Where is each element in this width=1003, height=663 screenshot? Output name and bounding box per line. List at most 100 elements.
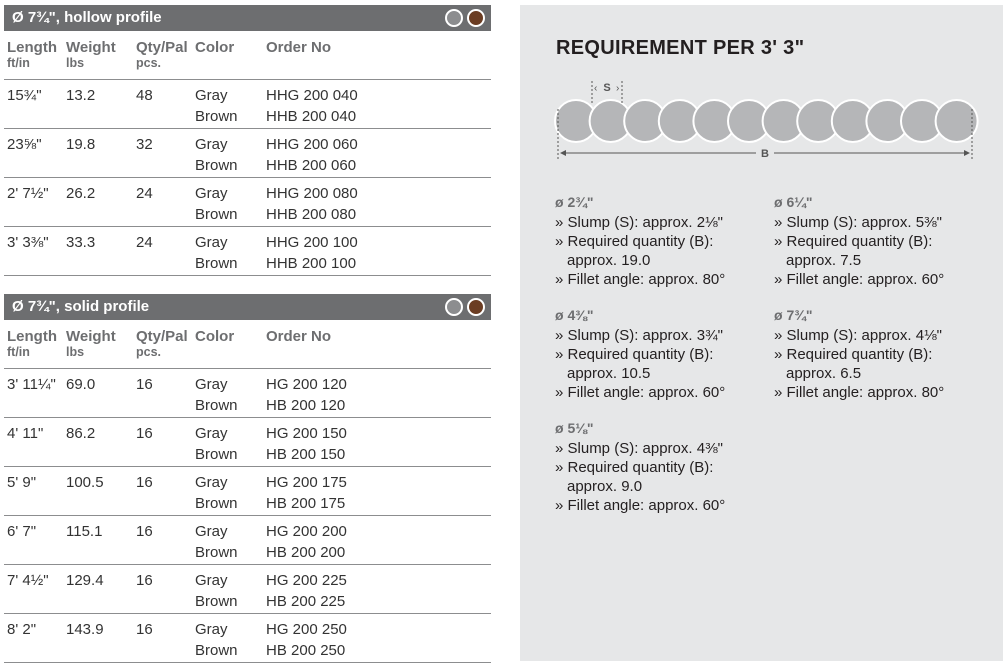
spec-slump: » Slump (S): approx. 4⅛"	[774, 327, 942, 344]
cell-order-no: HB 200 120	[266, 397, 346, 414]
b-left-arrow-icon	[560, 150, 566, 156]
cell-order-no: HG 200 120	[266, 376, 347, 393]
cell-qty: 16	[136, 376, 153, 393]
cell-color: Gray	[195, 87, 228, 104]
cell-order-no: HHG 200 100	[266, 234, 358, 251]
spec-qty-label: » Required quantity (B):	[774, 233, 933, 250]
spec-item: ø 6¼" » Slump (S): approx. 5⅜" » Require…	[774, 193, 989, 289]
col-qty-unit: pcs.	[136, 56, 162, 70]
cell-color: Brown	[195, 593, 238, 610]
column-headers: Length ft/in Weight lbs Qty/Pal pcs. Col…	[4, 31, 491, 79]
col-length: Length	[7, 39, 57, 56]
col-order: Order No	[266, 39, 332, 56]
hollow-rows: 15¾" 13.2 48 Gray Brown HHG 200 040 HHB 200 04…	[4, 80, 491, 276]
cell-order-no: HG 200 175	[266, 474, 347, 491]
cell-order-no: HB 200 250	[266, 642, 346, 659]
cell-order-no: HG 200 150	[266, 425, 347, 442]
hollow-table-header: Ø 7¾", hollow profile	[4, 5, 491, 31]
col-length: Length	[7, 328, 57, 345]
col-qty: Qty/Pal	[136, 328, 188, 345]
spec-qty-value: approx. 6.5	[786, 365, 862, 382]
cell-color: Gray	[195, 621, 228, 638]
cell-length: 23⅝"	[7, 136, 42, 153]
col-length-unit: ft/in	[7, 56, 30, 70]
cell-order-no: HHB 200 100	[266, 255, 357, 272]
cell-qty: 24	[136, 185, 153, 202]
spec-qty-value: approx. 7.5	[786, 252, 862, 269]
cell-color: Brown	[195, 495, 238, 512]
b-right-arrow-icon	[964, 150, 970, 156]
cell-length: 5' 9"	[7, 474, 37, 491]
s-left-arrow-icon: ‹	[594, 83, 597, 94]
cell-color: Gray	[195, 185, 228, 202]
cell-qty: 16	[136, 572, 153, 589]
cell-qty: 24	[136, 234, 153, 251]
col-weight: Weight	[66, 39, 116, 56]
gray-swatch-icon	[445, 9, 463, 27]
spec-fillet: » Fillet angle: approx. 80°	[555, 271, 726, 288]
col-color: Color	[195, 328, 235, 345]
table-row: 3' 11¼" 69.0 16 Gray Brown HG 200 120 HB 200 1…	[4, 369, 491, 418]
cell-color: Gray	[195, 376, 228, 393]
col-weight-unit: lbs	[66, 345, 85, 359]
cell-weight: 26.2	[66, 185, 96, 202]
cell-order-no: HHG 200 080	[266, 185, 358, 202]
hollow-profile-table: Ø 7¾", hollow profile Length ft/in Weigh…	[4, 5, 491, 276]
spec-diameter: ø 2¾"	[555, 194, 594, 210]
s-label: S	[603, 82, 610, 94]
col-order: Order No	[266, 328, 332, 345]
cell-color: Gray	[195, 474, 228, 491]
table-row: 6' 7" 115.1 16 Gray Brown HG 200 200 HB 200 20…	[4, 516, 491, 565]
cell-length: 3' 3⅜"	[7, 234, 49, 251]
cell-qty: 16	[136, 621, 153, 638]
table-row: 7' 4½" 129.4 16 Gray Brown HG 200 225 HB 200 2…	[4, 565, 491, 614]
spec-diameter: ø 4⅜"	[555, 307, 594, 323]
spec-slump: » Slump (S): approx. 4⅜"	[555, 440, 723, 457]
spec-item: ø 2¾" » Slump (S): approx. 2⅛" » Require…	[555, 193, 770, 289]
cell-length: 3' 11¼"	[7, 376, 56, 393]
col-weight-unit: lbs	[66, 56, 85, 70]
cell-weight: 143.9	[66, 621, 104, 638]
cell-order-no: HHB 200 040	[266, 108, 357, 125]
spec-diameter: ø 5⅛"	[555, 420, 594, 436]
brown-swatch-icon	[467, 298, 485, 316]
cell-length: 7' 4½"	[7, 572, 49, 589]
cell-order-no: HB 200 175	[266, 495, 346, 512]
solid-table-header: Ø 7¾", solid profile	[4, 294, 491, 320]
table-row: 3' 3⅜" 33.3 24 Gray Brown HHG 200 100 HHB 200 …	[4, 227, 491, 276]
cell-weight: 115.1	[66, 523, 103, 540]
cell-length: 15¾"	[7, 87, 42, 104]
table-row: 15¾" 13.2 48 Gray Brown HHG 200 040 HHB 200 04…	[4, 80, 491, 129]
spec-item: ø 5⅛" » Slump (S): approx. 4⅜" » Require…	[555, 419, 770, 515]
fillet-diagram: ‹ › S B	[554, 81, 979, 160]
cell-order-no: HHG 200 040	[266, 87, 358, 104]
fillet-circles	[554, 99, 979, 143]
spec-qty-label: » Required quantity (B):	[774, 346, 933, 363]
cell-weight: 100.5	[66, 474, 104, 491]
requirement-panel: REQUIREMENT PER 3' 3" ‹ › S B ø 2¾" » Sl…	[520, 5, 1003, 661]
cell-order-no: HB 200 225	[266, 593, 346, 610]
cell-qty: 16	[136, 523, 153, 540]
cell-weight: 69.0	[66, 376, 96, 393]
cell-color: Gray	[195, 234, 228, 251]
cell-color: Gray	[195, 523, 228, 540]
cell-weight: 33.3	[66, 234, 96, 251]
cell-color: Brown	[195, 544, 238, 561]
spec-fillet: » Fillet angle: approx. 60°	[555, 384, 726, 401]
spec-qty-label: » Required quantity (B):	[555, 459, 714, 476]
spec-qty-value: approx. 9.0	[567, 478, 643, 495]
cell-color: Brown	[195, 108, 238, 125]
table-row: 23⅝" 19.8 32 Gray Brown HHG 200 060 HHB 200 06…	[4, 129, 491, 178]
spec-qty-value: approx. 10.5	[567, 365, 651, 382]
color-swatches	[445, 298, 485, 316]
cell-qty: 48	[136, 87, 153, 104]
cell-color: Gray	[195, 572, 228, 589]
b-label: B	[761, 148, 769, 160]
cell-order-no: HHB 200 060	[266, 157, 357, 174]
spec-slump: » Slump (S): approx. 3¾"	[555, 327, 723, 344]
cell-length: 2' 7½"	[7, 185, 49, 202]
spec-qty-label: » Required quantity (B):	[555, 346, 714, 363]
table-row: 2' 7½" 26.2 24 Gray Brown HHG 200 080 HHB 200 …	[4, 178, 491, 227]
col-qty: Qty/Pal	[136, 39, 188, 56]
col-weight: Weight	[66, 328, 116, 345]
